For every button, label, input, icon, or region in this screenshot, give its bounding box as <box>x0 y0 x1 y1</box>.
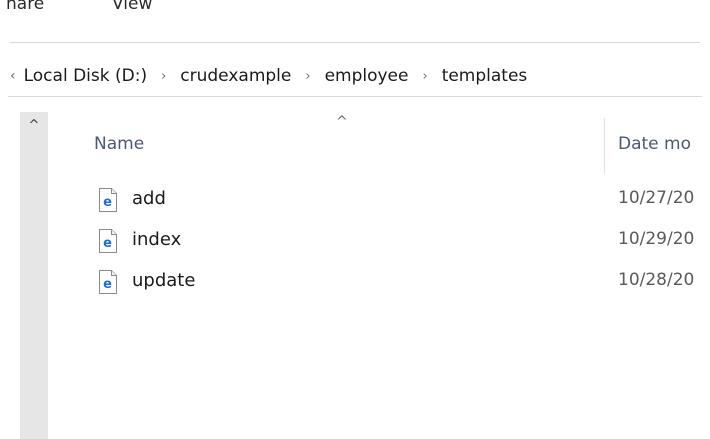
column-header-date-modified[interactable]: Date mo <box>618 134 691 154</box>
breadcrumb-crudexample[interactable]: crudexample <box>180 66 291 86</box>
breadcrumb-local-disk[interactable]: Local Disk (D:) <box>24 66 147 86</box>
ribbon-tabs: nare View <box>0 0 710 34</box>
file-list: e add 10/27/20 e index 10/29/20 e update… <box>78 184 710 307</box>
file-name: update <box>132 270 196 291</box>
html-file-icon: e <box>99 270 117 294</box>
breadcrumb-separator-icon[interactable]: › <box>161 69 166 84</box>
breadcrumb-templates[interactable]: templates <box>442 66 528 86</box>
file-row-index[interactable]: e index 10/29/20 <box>78 225 710 266</box>
ribbon-divider <box>10 42 700 43</box>
scroll-up-arrow-icon[interactable]: ^ <box>20 112 48 138</box>
file-explorer-window: nare View ‹ Local Disk (D:) › crudexampl… <box>0 0 710 439</box>
svg-text:e: e <box>103 277 112 292</box>
breadcrumb-overflow-chevron-icon[interactable]: ‹ <box>10 68 16 84</box>
file-row-add[interactable]: e add 10/27/20 <box>78 184 710 225</box>
column-header-name[interactable]: Name <box>94 134 144 154</box>
svg-text:e: e <box>103 236 112 251</box>
file-row-update[interactable]: e update 10/28/20 <box>78 266 710 307</box>
breadcrumb-employee[interactable]: employee <box>325 66 409 86</box>
address-bar[interactable]: ‹ Local Disk (D:) › crudexample › employ… <box>8 56 702 97</box>
column-header-row: ^ Name Date mo <box>78 112 710 174</box>
breadcrumb-separator-icon[interactable]: › <box>305 69 310 84</box>
file-date-modified: 10/29/20 <box>618 229 695 249</box>
file-name: index <box>132 229 182 250</box>
file-date-modified: 10/28/20 <box>618 270 695 290</box>
ribbon-tab-share[interactable]: nare <box>6 0 44 14</box>
html-file-icon: e <box>99 188 117 212</box>
ribbon-tab-view[interactable]: View <box>112 0 152 14</box>
breadcrumb-separator-icon[interactable]: › <box>422 69 427 84</box>
file-name: add <box>132 188 166 209</box>
column-divider[interactable] <box>604 118 605 174</box>
navigation-pane-scrollbar[interactable]: ^ <box>20 112 48 439</box>
svg-text:e: e <box>103 195 112 210</box>
file-date-modified: 10/27/20 <box>618 188 695 208</box>
sort-ascending-icon: ^ <box>336 114 348 130</box>
html-file-icon: e <box>99 229 117 253</box>
